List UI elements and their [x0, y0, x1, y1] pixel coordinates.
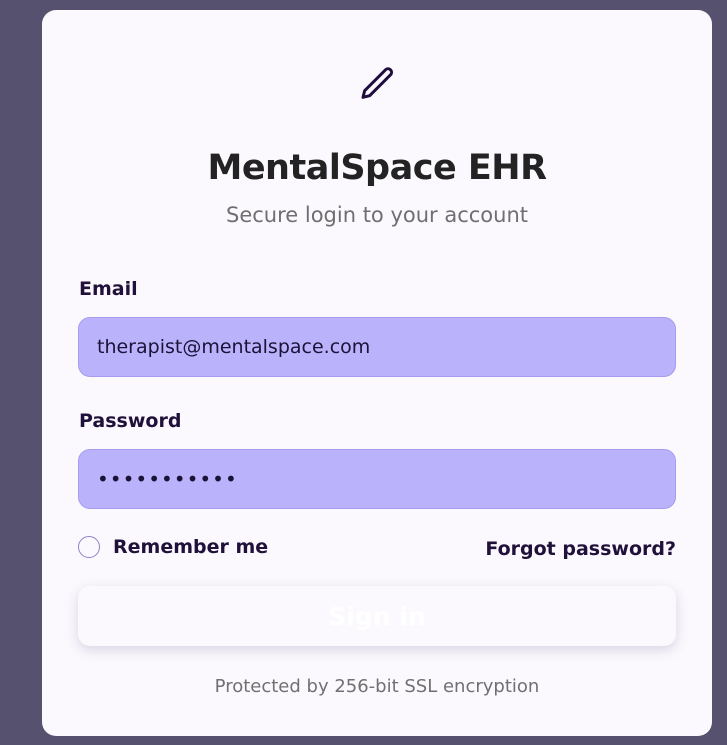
email-field[interactable]	[78, 317, 676, 377]
remember-checkbox[interactable]	[78, 536, 100, 558]
login-card: MentalSpace EHR Secure login to your acc…	[42, 10, 712, 736]
email-label: Email	[79, 278, 138, 300]
remember-label: Remember me	[113, 536, 269, 558]
password-field[interactable]	[78, 449, 676, 509]
security-note: Protected by 256-bit SSL encryption	[214, 676, 540, 697]
sign-in-button[interactable]: Sign in	[78, 586, 676, 646]
pencil-icon	[361, 67, 394, 99]
forgot-password-link[interactable]: Forgot password?	[485, 538, 676, 560]
remember-me[interactable]: Remember me	[78, 536, 268, 558]
app-title: MentalSpace EHR	[207, 148, 547, 188]
password-label: Password	[79, 410, 182, 432]
login-subtitle: Secure login to your account	[225, 203, 529, 227]
